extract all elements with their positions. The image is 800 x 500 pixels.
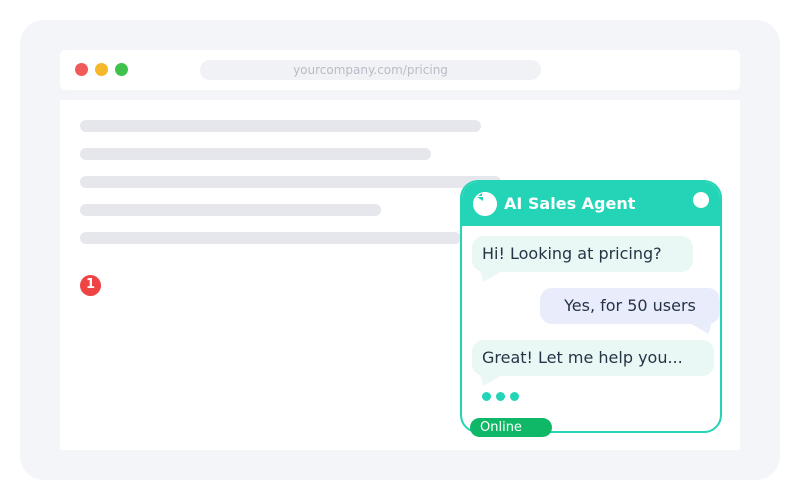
- typing-dot: [482, 392, 491, 401]
- content-placeholder-line: [80, 148, 431, 160]
- agent-message-tail: [473, 376, 501, 386]
- agent-message-tail: [473, 272, 501, 282]
- typing-dot: [496, 392, 505, 401]
- agent-message: Hi! Looking at pricing?: [472, 236, 693, 272]
- notification-badge[interactable]: 1: [80, 275, 101, 296]
- content-placeholder-line: [80, 204, 381, 216]
- user-message-tail: [691, 324, 719, 334]
- chat-toggle-icon[interactable]: [693, 192, 709, 208]
- chat-header: AI Sales Agent: [462, 182, 720, 226]
- typing-dot: [510, 392, 519, 401]
- user-message: Yes, for 50 users: [540, 288, 720, 324]
- content-placeholder-line: [80, 232, 461, 244]
- agent-message: Great! Let me help you...: [472, 340, 714, 376]
- agent-avatar-icon: [473, 192, 497, 216]
- address-bar[interactable]: yourcompany.com/pricing: [200, 60, 541, 80]
- typing-indicator-icon: [482, 392, 526, 402]
- chat-widget[interactable]: AI Sales Agent Hi! Looking at pricing? Y…: [460, 180, 722, 437]
- maximize-window-icon[interactable]: [115, 63, 128, 76]
- close-window-icon[interactable]: [75, 63, 88, 76]
- online-status-badge: Online: [470, 418, 552, 437]
- content-placeholder-line: [80, 120, 481, 132]
- chat-title: AI Sales Agent: [504, 194, 636, 213]
- browser-toolbar: yourcompany.com/pricing: [60, 50, 740, 90]
- content-placeholder-line: [80, 176, 501, 188]
- page-stage: yourcompany.com/pricing 1 AI Sales Agent…: [0, 0, 800, 500]
- minimize-window-icon[interactable]: [95, 63, 108, 76]
